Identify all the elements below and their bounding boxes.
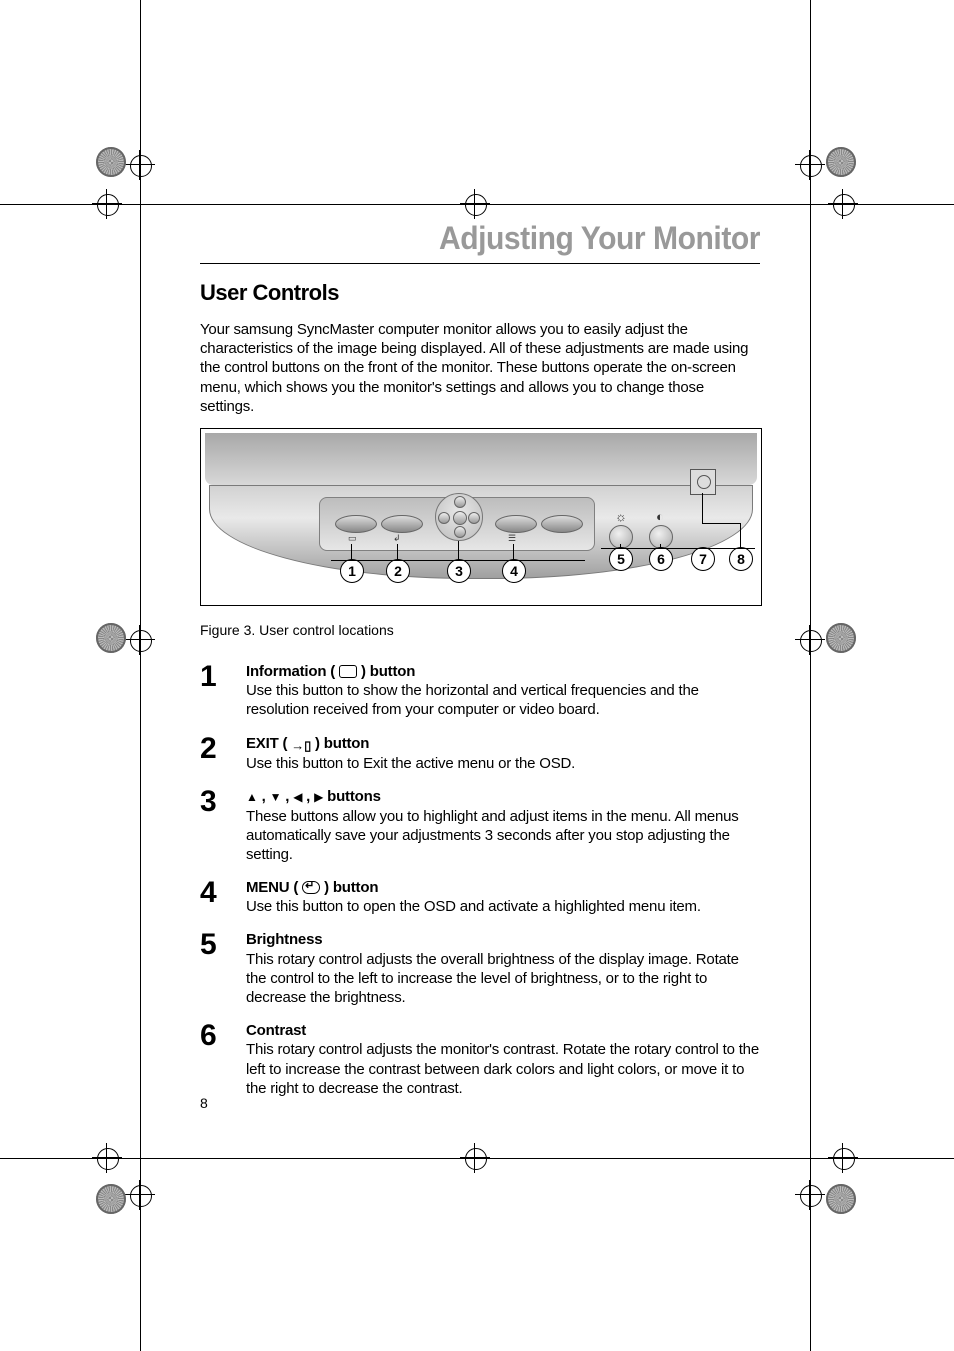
brightness-icon: ☼ <box>615 509 627 524</box>
list-item: 6 Contrast This rotary control adjusts t… <box>200 1021 760 1098</box>
registration-mark-icon <box>460 189 490 219</box>
item-text: EXIT ( →▯ ) button Use this button to Ex… <box>246 734 760 774</box>
contrast-dial-icon <box>649 525 673 549</box>
item-number: 1 <box>200 662 228 689</box>
registration-mark-icon <box>828 189 858 219</box>
registration-mark-icon <box>828 1143 858 1173</box>
arrow-down-icon: ▼ <box>270 790 282 804</box>
item-text: ▲ , ▼ , ◀ , ▶ buttons These buttons allo… <box>246 787 760 864</box>
callout-1: 1 <box>340 559 364 583</box>
contrast-icon: ◐ <box>656 509 664 524</box>
exit-glyph-icon: ↲ <box>393 533 401 544</box>
brightness-dial-icon <box>609 525 633 549</box>
item-number: 3 <box>200 787 228 814</box>
list-item: 3 ▲ , ▼ , ◀ , ▶ buttons These buttons al… <box>200 787 760 864</box>
registration-mark-icon <box>92 189 122 219</box>
item-text: MENU ( ) button Use this button to open … <box>246 878 760 916</box>
callout-4: 4 <box>502 559 526 583</box>
page-number: 8 <box>200 1095 208 1111</box>
item-text: Information ( ) button Use this button t… <box>246 662 760 720</box>
figure-monitor-controls: ▭ ↲ ☰ ☼ ◐ <box>200 428 762 606</box>
menu-button-icon <box>495 515 537 533</box>
power-button-icon <box>690 469 716 495</box>
arrow-right-icon: ▶ <box>314 790 323 804</box>
arrow-up-icon: ▲ <box>246 790 258 804</box>
item-number: 6 <box>200 1021 228 1048</box>
section-title: User Controls <box>200 280 760 306</box>
exit-button-icon <box>381 515 423 533</box>
exit-icon: →▯ <box>291 738 311 755</box>
registration-mark-icon <box>460 1143 490 1173</box>
callout-5: 5 <box>609 547 633 571</box>
sunburst-icon <box>96 147 126 177</box>
chapter-title: Adjusting Your Monitor <box>234 220 760 257</box>
item-number: 5 <box>200 930 228 957</box>
sunburst-icon <box>826 623 856 653</box>
crop-line <box>810 0 811 1351</box>
info-glyph-icon: ▭ <box>348 533 357 544</box>
registration-mark-icon <box>92 1143 122 1173</box>
callout-8: 8 <box>729 547 753 571</box>
sunburst-icon <box>96 623 126 653</box>
horizontal-rule <box>200 263 760 264</box>
menu-glyph-icon: ☰ <box>508 533 516 544</box>
page-content: Adjusting Your Monitor User Controls You… <box>200 220 760 1098</box>
control-descriptions: 1 Information ( ) button Use this button… <box>200 662 760 1098</box>
registration-mark-icon <box>795 1180 825 1210</box>
item-text: Brightness This rotary control adjusts t… <box>246 930 760 1007</box>
list-item: 5 Brightness This rotary control adjusts… <box>200 930 760 1007</box>
registration-mark-icon <box>795 625 825 655</box>
sunburst-icon <box>826 147 856 177</box>
crop-line <box>140 0 141 1351</box>
intro-paragraph: Your samsung SyncMaster computer monitor… <box>200 320 760 416</box>
callout-6: 6 <box>649 547 673 571</box>
item-number: 4 <box>200 878 228 905</box>
sunburst-icon <box>826 1184 856 1214</box>
item-number: 2 <box>200 734 228 761</box>
registration-mark-icon <box>125 625 155 655</box>
monitor-illustration: ▭ ↲ ☰ ☼ ◐ <box>201 429 761 605</box>
registration-mark-icon <box>795 150 825 180</box>
callout-7: 7 <box>691 547 715 571</box>
menu-icon <box>302 881 320 894</box>
callout-2: 2 <box>386 559 410 583</box>
list-item: 4 MENU ( ) button Use this button to ope… <box>200 878 760 916</box>
registration-mark-icon <box>125 1180 155 1210</box>
info-button-icon <box>335 515 377 533</box>
dpad-icon <box>435 493 483 541</box>
arrow-left-icon: ◀ <box>293 790 302 804</box>
list-item: 1 Information ( ) button Use this button… <box>200 662 760 720</box>
callout-3: 3 <box>447 559 471 583</box>
list-item: 2 EXIT ( →▯ ) button Use this button to … <box>200 734 760 774</box>
sunburst-icon <box>96 1184 126 1214</box>
rect-icon <box>339 665 357 678</box>
aux-button-icon <box>541 515 583 533</box>
item-text: Contrast This rotary control adjusts the… <box>246 1021 760 1098</box>
manual-page: Adjusting Your Monitor User Controls You… <box>0 0 954 1351</box>
figure-caption: Figure 3. User control locations <box>200 622 760 638</box>
registration-mark-icon <box>125 150 155 180</box>
